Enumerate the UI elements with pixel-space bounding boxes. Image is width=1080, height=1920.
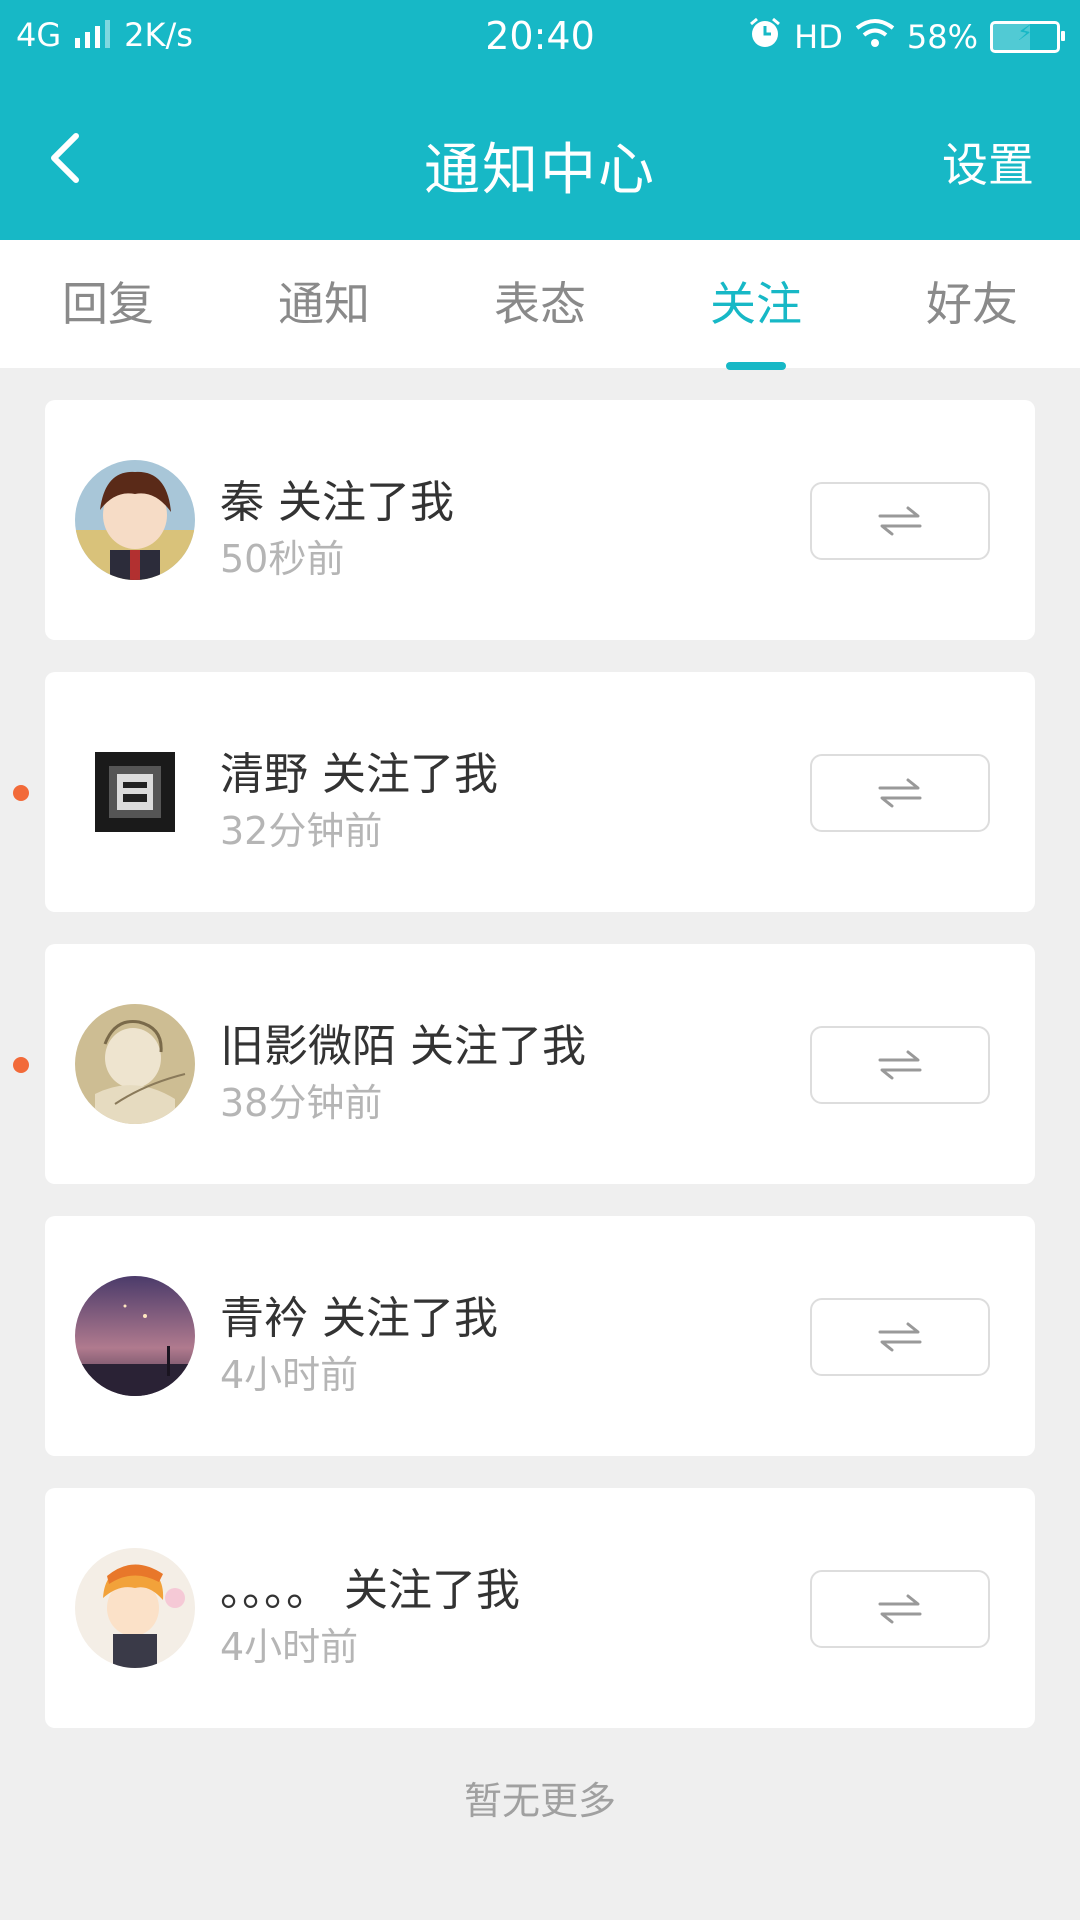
nav-bar: 通知中心 设置 bbox=[0, 95, 1080, 215]
item-title: 青衿 关注了我 bbox=[220, 1293, 498, 1344]
item-title: 。。。。 关注了我 bbox=[220, 1565, 520, 1616]
avatar[interactable] bbox=[75, 1276, 195, 1396]
battery-icon: ⚡ bbox=[990, 21, 1065, 53]
tab-follow[interactable]: 关注 bbox=[648, 240, 864, 370]
status-bar: 4G 2K/s 20:40 HD 58% ⚡ bbox=[0, 0, 1080, 74]
item-time: 4小时前 bbox=[220, 1625, 359, 1669]
avatar[interactable] bbox=[75, 460, 195, 580]
follow-back-button[interactable] bbox=[810, 1570, 990, 1648]
no-more-text: 暂无更多 bbox=[463, 1779, 616, 1823]
follow-back-button[interactable] bbox=[810, 1026, 990, 1104]
swap-arrows-icon bbox=[878, 506, 922, 536]
alarm-icon bbox=[748, 16, 782, 58]
swap-arrows-icon bbox=[878, 778, 922, 808]
item-time: 50秒前 bbox=[220, 537, 345, 581]
item-time: 4小时前 bbox=[220, 1353, 359, 1397]
tab-friends[interactable]: 好友 bbox=[864, 240, 1080, 368]
list-item[interactable]: 青衿 关注了我 4小时前 bbox=[45, 1216, 1035, 1456]
list-item[interactable]: 。。。。 关注了我 4小时前 bbox=[45, 1488, 1035, 1728]
avatar[interactable] bbox=[75, 1004, 195, 1124]
tab-reply[interactable]: 回复 bbox=[0, 240, 216, 368]
hd-label: HD bbox=[794, 18, 843, 56]
header-bar: 4G 2K/s 20:40 HD 58% ⚡ 通知中心 设置 bbox=[0, 0, 1080, 240]
page-title: 通知中心 bbox=[424, 138, 656, 203]
settings-button[interactable]: 设置 bbox=[942, 129, 1034, 195]
avatar[interactable] bbox=[95, 752, 175, 832]
follow-back-button[interactable] bbox=[810, 482, 990, 560]
item-title: 秦 关注了我 bbox=[220, 477, 454, 528]
tab-reaction[interactable]: 表态 bbox=[432, 240, 648, 368]
follow-back-button[interactable] bbox=[810, 1298, 990, 1376]
wifi-icon bbox=[855, 18, 895, 56]
unread-dot bbox=[13, 785, 29, 801]
swap-arrows-icon bbox=[878, 1594, 922, 1624]
unread-dot bbox=[13, 1057, 29, 1073]
list-item[interactable]: 秦 关注了我 50秒前 bbox=[45, 400, 1035, 640]
list-item[interactable]: 清野 关注了我 32分钟前 bbox=[13, 672, 1035, 912]
list-item[interactable]: 旧影微陌 关注了我 38分钟前 bbox=[13, 944, 1035, 1184]
tab-notification[interactable]: 通知 bbox=[216, 240, 432, 368]
follow-back-button[interactable] bbox=[810, 754, 990, 832]
item-time: 32分钟前 bbox=[220, 809, 383, 853]
item-title: 清野 关注了我 bbox=[220, 749, 498, 800]
battery-percent: 58% bbox=[906, 18, 978, 56]
status-right: HD 58% ⚡ bbox=[748, 16, 1065, 58]
tab-bar: 回复 通知 表态 关注 好友 bbox=[0, 240, 1080, 370]
item-title: 旧影微陌 关注了我 bbox=[220, 1021, 586, 1072]
swap-arrows-icon bbox=[878, 1322, 922, 1352]
swap-arrows-icon bbox=[878, 1050, 922, 1080]
avatar[interactable] bbox=[75, 1548, 195, 1668]
item-time: 38分钟前 bbox=[220, 1081, 383, 1125]
